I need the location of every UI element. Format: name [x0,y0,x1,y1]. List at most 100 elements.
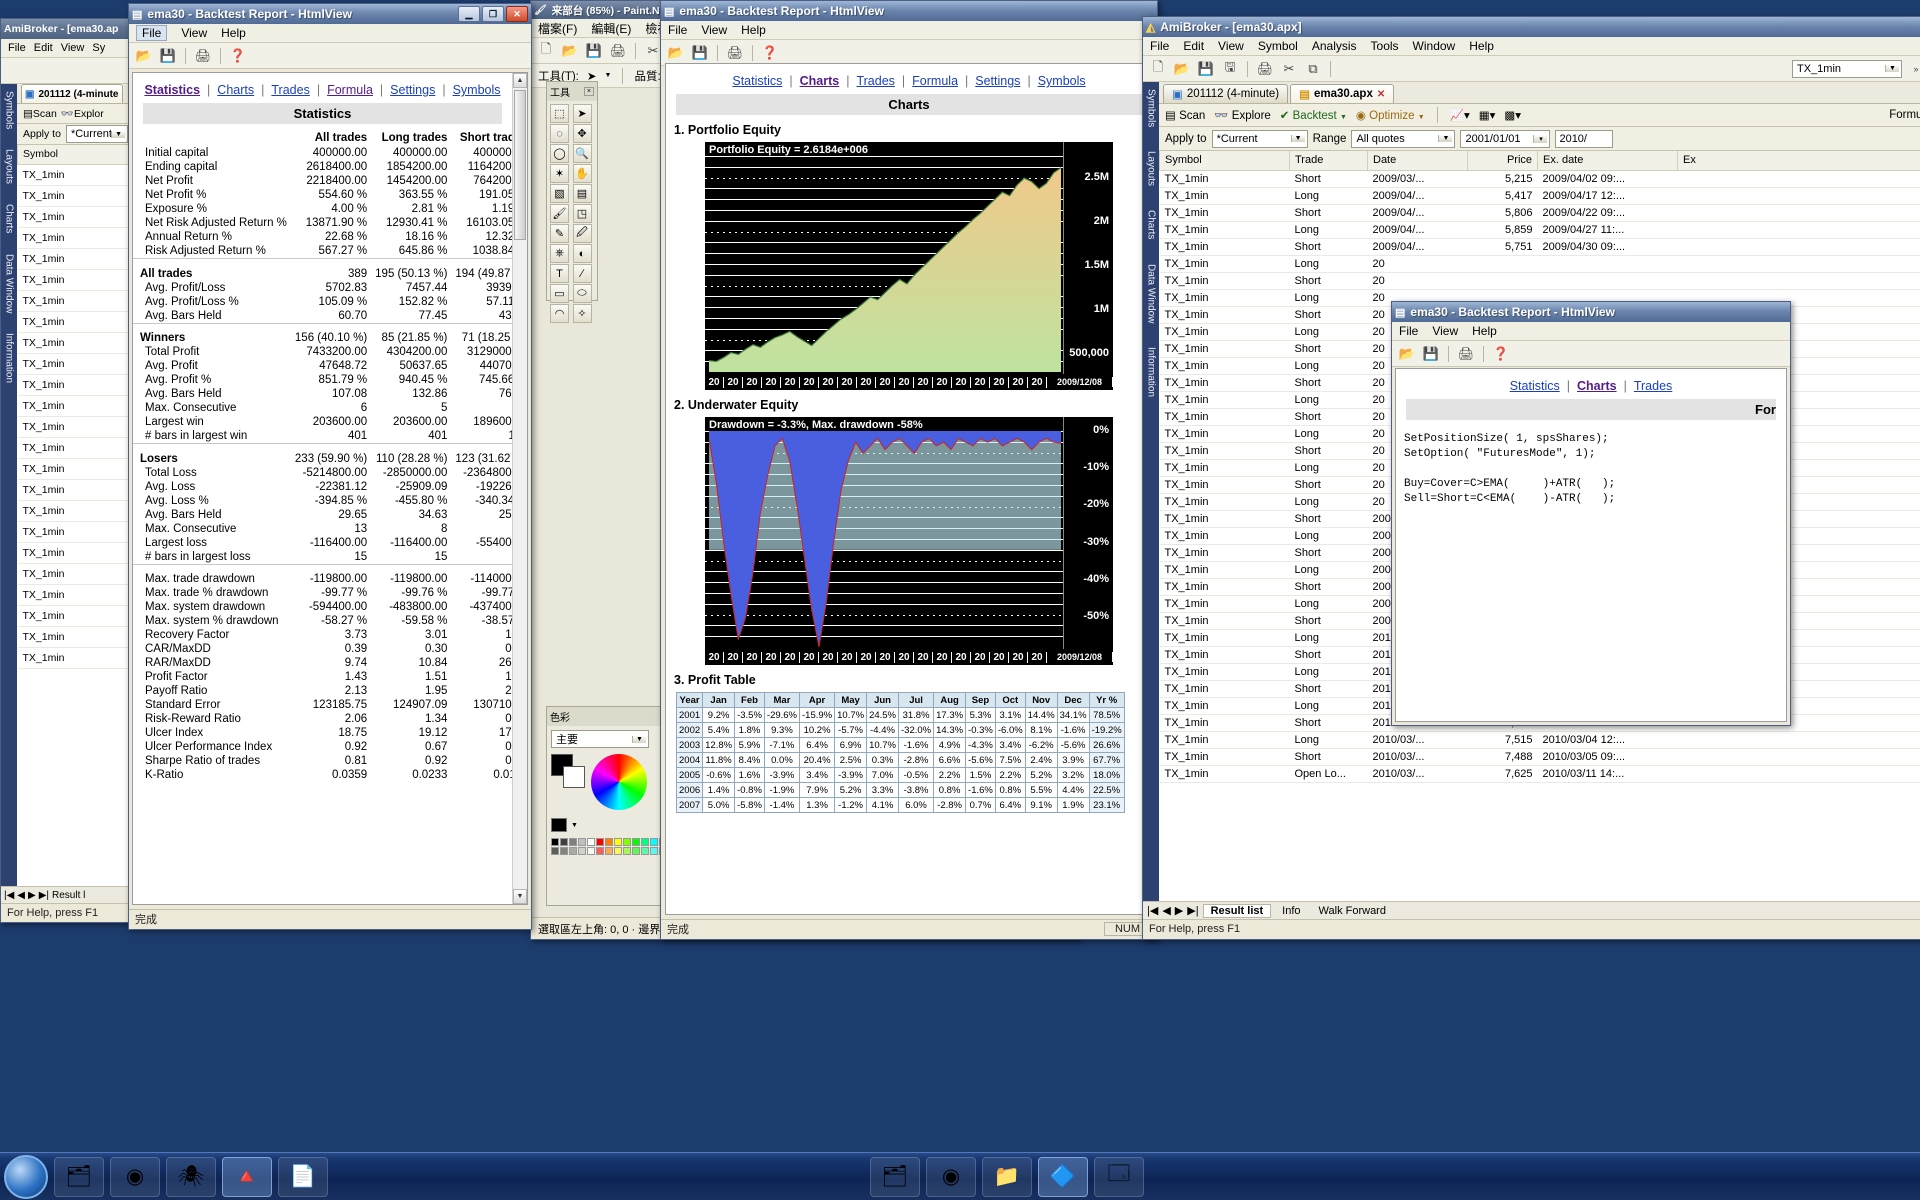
help-icon[interactable]: ❓ [1491,344,1511,364]
amibroker-back-symbol-table[interactable]: Symbol TX_1min TX_1min TX_1min TX_1min TX_1m… [17,145,134,669]
window-controls[interactable]: ▁ ❐ ✕ [458,6,528,22]
table-row[interactable]: TX_1min [17,437,134,459]
menu-file[interactable]: File [668,23,687,37]
nav-last-icon[interactable]: ▶| [1187,904,1198,917]
nav-formula[interactable]: Formula [912,74,958,88]
menu-window[interactable]: Window [1413,39,1456,53]
scan-button[interactable]: ▤Scan [23,108,57,120]
color-swatch[interactable] [605,838,613,846]
nav-prev-icon[interactable]: ◀ [17,890,25,901]
col-trade[interactable]: Trade [1289,151,1368,171]
cut-icon[interactable]: ✂ [1279,59,1299,79]
symbol-combo[interactable]: TX_1min ▼ [1792,59,1902,78]
result-list-tab[interactable]: Result l [52,890,85,901]
clone-stamp-icon[interactable]: ⎈ [550,244,569,263]
bottom-tab-result-list[interactable]: Result list [1202,903,1272,918]
table-row[interactable]: TX_1min [17,290,134,312]
table-row[interactable]: TX_1min [17,206,134,228]
table-row[interactable]: TX_1min Short 2009/03/... 5,215 2009/04/02 0… [1159,170,1920,188]
nav-symbols[interactable]: Symbols [453,83,501,97]
sidetab-information[interactable]: Information [1146,344,1157,400]
chevron-down-icon[interactable]: ▼ [1438,135,1453,142]
charts-menubar[interactable]: File View Help [661,21,1157,40]
nav-first-icon[interactable]: |◀ [4,890,14,901]
table-row[interactable]: TX_1min [17,479,134,501]
nav-charts[interactable]: Charts [1577,379,1617,393]
amibroker-titlebar[interactable]: ◭ AmiBroker - [ema30.apx] [1143,17,1920,37]
menu-view[interactable]: View [61,42,85,54]
print-icon[interactable]: 🖨 [1255,59,1275,79]
minimize-button[interactable]: ▁ [458,6,480,22]
amibroker-back-actionbar[interactable]: ▤Scan 👓Explor [17,104,134,124]
menu-file[interactable]: File [1399,324,1418,338]
paintnet-tools-palette[interactable]: 工具 × ⬚ ➤ ◌ ✥ ◯ 🔍 ✶ ✋ ▧ ▤ 🖌 ◳ ✎ 🖉 ⎈ ◐ T ∕… [546,81,598,323]
nav-settings[interactable]: Settings [975,74,1020,88]
color-swatch[interactable] [614,838,622,846]
color-swatch[interactable] [569,838,577,846]
sidetab-layouts[interactable]: Layouts [1146,148,1157,189]
taskbar[interactable]: 🗂 ◉ 🕷 🔺 📄 🗂 ◉ 📁 🔷 🗔 [0,1152,1920,1200]
amibroker-back-tabstrip[interactable]: ▣ 201112 (4-minute [17,84,134,104]
sidetab-symbols[interactable]: Symbols [4,88,15,132]
open-folder-icon[interactable]: 📂 [1172,59,1192,79]
nav-prev-icon[interactable]: ◀ [1162,904,1170,917]
table-row[interactable]: TX_1min [17,395,134,417]
save-icon[interactable]: 💾 [690,43,710,63]
table-row[interactable]: TX_1min [17,269,134,291]
menu-analysis[interactable]: Analysis [1312,39,1357,53]
table-row[interactable]: TX_1min [17,332,134,354]
save-icon[interactable]: 💾 [584,41,604,61]
menu-edit[interactable]: Edit [34,42,53,54]
color-swatch[interactable] [632,847,640,855]
table-row[interactable]: TX_1min Long 2009/04/... 5,417 2009/04/17 12… [1159,187,1920,205]
move-icon[interactable]: ✥ [572,124,592,143]
scroll-thumb[interactable] [514,90,526,240]
start-button[interactable] [4,1154,48,1199]
nav-trades[interactable]: Trades [1634,379,1672,393]
color-swatch[interactable] [551,847,559,855]
nav-trades[interactable]: Trades [856,74,894,88]
zoom-icon[interactable]: 🔍 [572,144,592,163]
amibroker-back-sidetabs[interactable]: Symbols Layouts Charts Data Window Infor… [1,84,17,922]
chevron-down-icon[interactable]: ▼ [1290,135,1305,142]
close-button[interactable]: ✕ [506,6,528,22]
color-swatch[interactable] [614,847,622,855]
amibroker-toolbar[interactable]: 🗋 📂 💾 🖫 🖨 ✂ ⧉ TX_1min ▼ » [1143,56,1920,82]
save-icon[interactable]: 💾 [158,46,178,66]
amibroker-back-applybar[interactable]: Apply to *Current ▼ [17,124,134,145]
taskbar-chrome-icon[interactable]: ◉ [926,1156,976,1197]
bottom-tab-info[interactable]: Info [1275,905,1307,917]
tab-201112[interactable]: ▣ 201112 (4-minute [21,84,123,103]
text-icon[interactable]: T [550,264,569,283]
nav-settings[interactable]: Settings [390,83,435,97]
col-price[interactable]: Price [1467,151,1538,171]
table-row[interactable]: TX_1min Short 2009/04/... 5,751 2009/04/30 0… [1159,238,1920,256]
nav-symbols[interactable]: Symbols [1038,74,1086,88]
statistics-report-window[interactable]: ▤ ema30 - Backtest Report - HtmlView ▁ ❐… [128,3,532,930]
menu-file[interactable]: 檔案(F) [538,20,577,37]
color-swatch[interactable] [587,838,595,846]
primary-secondary-color-swatch[interactable] [551,754,585,788]
color-wheel-icon[interactable] [591,754,647,810]
charts-nav[interactable]: Statistics | Charts | Trades | Formula | Setting… [666,64,1152,94]
menu-file[interactable]: File [1150,39,1169,53]
print-icon[interactable]: 🖨 [193,46,213,66]
lasso-icon[interactable]: ◌ [550,124,569,143]
color-swatch[interactable] [596,847,604,855]
table-row[interactable]: TX_1min [17,521,134,543]
menu-symbol[interactable]: Symbol [1258,39,1298,53]
statistics-vertical-scrollbar[interactable]: ▲ ▼ [512,73,527,904]
amibroker-actionbar[interactable]: ▤ Scan 👓 Explore ✔ Backtest ▼ ◉ Optimize… [1159,104,1920,127]
color-swatch[interactable] [560,847,568,855]
statistics-titlebar[interactable]: ▤ ema30 - Backtest Report - HtmlView ▁ ❐… [129,4,531,24]
paint-bucket-icon[interactable]: ▧ [550,184,569,203]
tab-201112[interactable]: ▣ 201112 (4-minute) [1163,84,1289,103]
shapes-icon[interactable]: ✧ [572,304,592,323]
close-icon[interactable]: ✕ [1377,89,1385,100]
explore-button[interactable]: 👓Explor [61,107,104,120]
color-swatch[interactable] [623,847,631,855]
sidetab-layouts[interactable]: Layouts [4,146,15,187]
color-swatch[interactable] [578,838,586,846]
amibroker-tabstrip[interactable]: ▣ 201112 (4-minute) ▤ ema30.apx ✕ [1159,82,1920,104]
pencil-icon[interactable]: ✎ [550,224,569,243]
